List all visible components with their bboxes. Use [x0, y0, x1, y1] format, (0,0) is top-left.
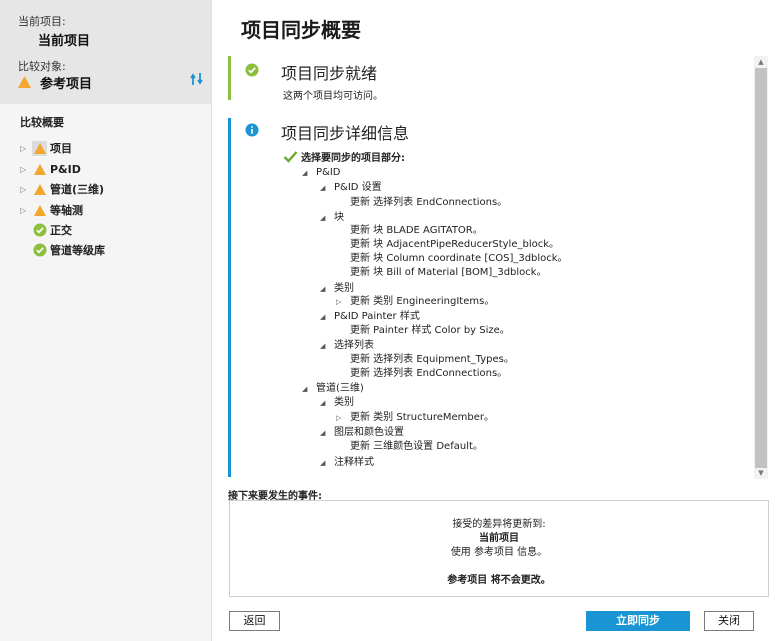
collapse-arrow-icon[interactable]: ◢	[302, 382, 307, 396]
tree-item[interactable]: 更新 块 BLADE AGITATOR。	[350, 224, 483, 238]
next-events-note: 参考项目 将不会更改。	[447, 575, 551, 586]
expand-arrow-icon[interactable]: ▷	[336, 295, 341, 309]
tree-item[interactable]: 类别	[334, 282, 354, 296]
collapse-arrow-icon[interactable]: ◢	[320, 282, 325, 296]
warning-icon	[32, 162, 47, 177]
check-circle-icon	[245, 63, 259, 77]
collapse-arrow-icon[interactable]: ◢	[320, 211, 325, 225]
sidebar-item-project[interactable]: ▷ 项目	[20, 139, 72, 157]
sidebar-item-isometric[interactable]: ▷ 等轴测	[20, 201, 83, 219]
tree-item[interactable]: 块	[334, 211, 344, 225]
close-button[interactable]: 关闭	[704, 611, 754, 631]
current-project-label: 当前项目:	[18, 15, 66, 28]
tree-item[interactable]: P&ID	[316, 166, 340, 180]
warning-icon	[32, 182, 47, 197]
sidebar-item-spec-library[interactable]: 管道等级库	[20, 241, 105, 259]
scroll-down-icon[interactable]: ▼	[754, 467, 768, 479]
expand-arrow-icon[interactable]: ▷	[20, 144, 30, 153]
expand-arrow-icon[interactable]: ▷	[20, 165, 30, 174]
check-circle-icon	[32, 223, 47, 238]
expand-arrow-icon[interactable]: ▷	[20, 206, 30, 215]
tree-item[interactable]: 注释样式	[334, 456, 374, 470]
warning-icon	[32, 140, 47, 156]
details-scrollbar[interactable]: ▲ ▼	[754, 56, 768, 479]
details-section-title: 项目同步详细信息	[281, 124, 410, 143]
collapse-arrow-icon[interactable]: ◢	[320, 396, 325, 410]
tree-item[interactable]: 图层和颜色设置	[334, 426, 404, 440]
ready-section-title: 项目同步就绪	[281, 64, 378, 83]
collapse-arrow-icon[interactable]: ◢	[320, 426, 325, 440]
scrollbar-thumb[interactable]	[755, 68, 767, 468]
sidebar-item-label: 等轴测	[50, 204, 83, 217]
tree-item[interactable]: 更新 选择列表 EndConnections。	[350, 367, 507, 381]
details-section-bar	[228, 118, 231, 477]
current-project-value: 当前项目	[38, 34, 91, 49]
swap-icon[interactable]	[190, 71, 204, 87]
compare-project-value: 参考项目	[40, 77, 93, 92]
sidebar-item-ortho[interactable]: 正交	[20, 221, 72, 239]
sidebar-item-label: 正交	[50, 224, 72, 237]
collapse-arrow-icon[interactable]: ◢	[320, 181, 325, 195]
project-header: 当前项目: 当前项目 比较对象: 参考项目	[0, 0, 211, 104]
tree-item[interactable]: 更新 类别 StructureMember。	[350, 411, 494, 425]
sidebar-item-piping-3d[interactable]: ▷ 管道(三维)	[20, 180, 104, 198]
checkmark-icon	[283, 151, 298, 163]
sync-now-button[interactable]: 立即同步	[586, 611, 690, 631]
expand-arrow-icon[interactable]: ▷	[336, 411, 341, 425]
sidebar-item-label: 管道等级库	[50, 244, 105, 257]
collapse-arrow-icon[interactable]: ◢	[320, 339, 325, 353]
sidebar-item-label: 项目	[50, 142, 72, 155]
tree-item[interactable]: 更新 类别 EngineeringItems。	[350, 295, 494, 309]
comparison-overview-title: 比较概要	[20, 116, 64, 129]
warning-icon	[32, 203, 47, 218]
tree-item[interactable]: 更新 选择列表 Equipment_Types。	[350, 353, 514, 367]
info-icon	[245, 123, 259, 137]
select-parts-label: 选择要同步的项目部分:	[301, 153, 405, 164]
tree-item[interactable]: 更新 块 Bill of Material [BOM]_3dblock。	[350, 266, 547, 280]
tree-item[interactable]: 更新 选择列表 EndConnections。	[350, 196, 507, 210]
collapse-arrow-icon[interactable]: ◢	[320, 310, 325, 324]
ready-section-subtitle: 这两个项目均可访问。	[283, 91, 383, 102]
next-events-line: 接受的差异将更新到:	[452, 519, 546, 530]
collapse-arrow-icon[interactable]: ◢	[302, 166, 307, 180]
next-events-box: 接受的差异将更新到: 当前项目 使用 参考项目 信息。 参考项目 将不会更改。	[229, 500, 769, 597]
page-title: 项目同步概要	[241, 18, 361, 42]
sidebar-item-pid[interactable]: ▷ P&ID	[20, 160, 81, 178]
warning-icon	[18, 76, 31, 88]
compare-label: 比较对象:	[18, 60, 66, 73]
tree-item[interactable]: 选择列表	[334, 339, 374, 353]
select-parts-checkbox[interactable]: 选择要同步的项目部分:	[283, 149, 405, 164]
next-events-target: 当前项目	[479, 533, 519, 544]
tree-item[interactable]: 类别	[334, 396, 354, 410]
collapse-arrow-icon[interactable]: ◢	[320, 456, 325, 470]
tree-item[interactable]: 管道(三维)	[316, 382, 364, 396]
scroll-up-icon[interactable]: ▲	[754, 56, 768, 68]
tree-item[interactable]: 更新 三维颜色设置 Default。	[350, 440, 483, 454]
tree-item[interactable]: 更新 Painter 样式 Color by Size。	[350, 324, 510, 338]
check-circle-icon	[32, 243, 47, 258]
sidebar-item-label: P&ID	[50, 162, 81, 176]
ready-section-bar	[228, 56, 231, 100]
back-button[interactable]: 返回	[229, 611, 280, 631]
tree-item[interactable]: 更新 块 Column coordinate [COS]_3dblock。	[350, 252, 568, 266]
expand-arrow-icon[interactable]: ▷	[20, 185, 30, 194]
next-events-line: 使用 参考项目 信息。	[450, 547, 548, 558]
sidebar: 当前项目: 当前项目 比较对象: 参考项目 比较概要 ▷ 项目 ▷ P&ID ▷…	[0, 0, 212, 641]
tree-item[interactable]: P&ID Painter 样式	[334, 310, 420, 324]
sidebar-item-label: 管道(三维)	[50, 183, 105, 196]
tree-item[interactable]: P&ID 设置	[334, 181, 382, 195]
tree-item[interactable]: 更新 块 AdjacentPipeReducerStyle_block。	[350, 238, 559, 252]
